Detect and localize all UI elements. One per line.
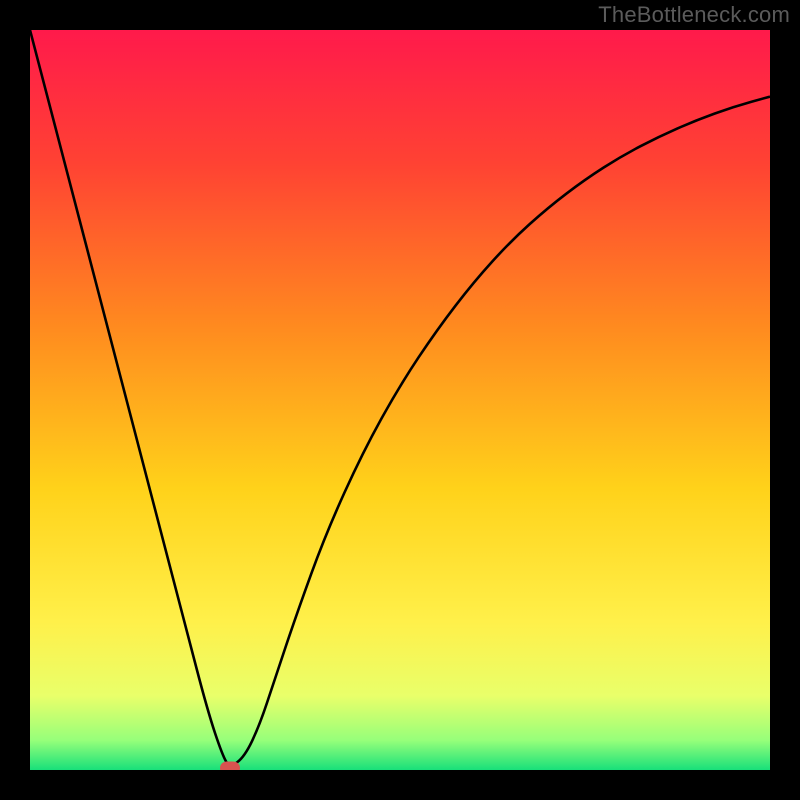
curve-layer bbox=[30, 30, 770, 770]
plot-area bbox=[30, 30, 770, 770]
bottleneck-curve bbox=[30, 30, 770, 765]
chart-frame: TheBottleneck.com bbox=[0, 0, 800, 800]
watermark-text: TheBottleneck.com bbox=[598, 2, 790, 28]
min-marker bbox=[220, 761, 240, 770]
